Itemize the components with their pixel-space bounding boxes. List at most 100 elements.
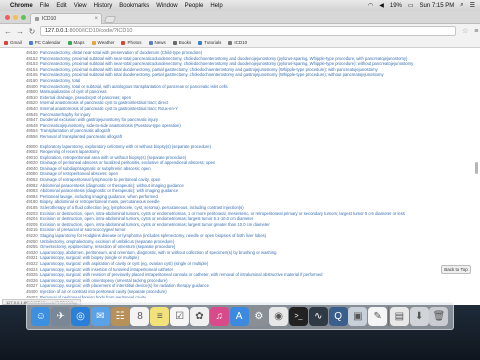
menu-item[interactable]: Window xyxy=(156,3,177,9)
dock-reminders-icon[interactable]: ☑ xyxy=(170,306,190,326)
procedure-description-link[interactable]: Laparoscopy, surgical; with aspiration o… xyxy=(40,261,208,266)
dock-mail-icon[interactable]: ✉ xyxy=(90,306,110,326)
bookmark-item[interactable]: News xyxy=(148,40,166,45)
dock-system-preferences-icon[interactable]: ⚙ xyxy=(249,306,269,326)
zoom-window-button[interactable] xyxy=(21,15,26,20)
procedure-description-link[interactable]: Pancreatectomy, total or subtotal, with … xyxy=(40,84,228,89)
menu-item[interactable]: People xyxy=(185,3,204,9)
procedure-description-link[interactable]: Laparoscopy, abdomen, peritoneum, and om… xyxy=(40,250,276,255)
spotlight-icon[interactable]: ⌕ xyxy=(460,2,463,9)
procedure-description-link[interactable]: Pancreatectomy, proximal subtotal with n… xyxy=(40,61,413,66)
page-scrollbar[interactable] xyxy=(474,52,478,292)
menu-item[interactable]: History xyxy=(94,3,113,9)
menu-app-name[interactable]: Chrome xyxy=(10,3,33,9)
bookmark-star-icon[interactable]: ☆ xyxy=(462,27,468,35)
procedure-description-link[interactable]: Peritoneal lavage, including imaging gui… xyxy=(40,194,158,199)
dock-notes-icon[interactable]: ≡ xyxy=(150,306,170,326)
dock-trash-icon[interactable]: 🗑 xyxy=(429,306,449,326)
procedure-description-link[interactable]: Excision or destruction, open, intra-abd… xyxy=(40,216,253,221)
forward-icon[interactable]: → xyxy=(16,27,24,36)
dock-textedit-icon[interactable]: ✎ xyxy=(368,306,388,326)
tab-icd10[interactable]: ICD10 × xyxy=(30,13,102,24)
procedure-description-link[interactable]: Pancreatectomy, distal near-total with p… xyxy=(40,50,202,55)
battery-icon[interactable]: ▭ xyxy=(408,2,414,9)
procedure-description-link[interactable]: Umbilectomy, omphalectomy, excision of u… xyxy=(40,239,174,244)
close-tab-icon[interactable]: × xyxy=(94,16,98,22)
procedure-description-link[interactable]: Biopsy, abdominal or retroperitoneal mas… xyxy=(40,199,160,204)
battery-percent[interactable]: 19% xyxy=(390,3,402,9)
procedure-description-link[interactable]: Internal anastomosis of pancreatic cyst … xyxy=(40,106,178,111)
chrome-menu-icon[interactable]: ≡ xyxy=(474,28,478,35)
bookmark-item[interactable]: Books xyxy=(172,40,191,45)
notification-center-icon[interactable]: ☰ xyxy=(470,2,475,9)
procedure-description-link[interactable]: Laparoscopy, surgical; with omentopexy (… xyxy=(40,278,167,283)
procedure-description-link[interactable]: Drainage of subdiaphragmatic or subphren… xyxy=(40,166,151,171)
back-icon[interactable]: ← xyxy=(4,27,12,36)
new-tab-button[interactable] xyxy=(103,16,117,23)
bookmark-item[interactable]: Weather xyxy=(91,40,114,45)
bookmark-item[interactable]: Maps xyxy=(67,40,85,45)
dock-downloads-icon[interactable]: ⬇ xyxy=(409,306,429,326)
procedure-description-link[interactable]: Exploratory laparotomy, exploratory celi… xyxy=(40,144,211,149)
procedure-description-link[interactable]: Excision or destruction, open, intra-abd… xyxy=(40,222,270,227)
dock-activity-monitor-icon[interactable]: ∿ xyxy=(308,306,328,326)
procedure-description-link[interactable]: Abdominal paracentesis (diagnostic or th… xyxy=(40,188,178,193)
dock-documents-icon[interactable]: ▤ xyxy=(389,306,409,326)
procedure-description-link[interactable]: Omentectomy, epiploectomy, resection of … xyxy=(40,244,175,249)
dock-photos-icon[interactable]: ✿ xyxy=(189,306,209,326)
volume-icon[interactable]: ◀ xyxy=(379,2,384,9)
procedure-description-link[interactable]: Pancreatectomy, total xyxy=(40,78,80,83)
procedure-description-link[interactable]: Exploration, retroperitoneal area with o… xyxy=(40,155,186,160)
minimize-window-button[interactable] xyxy=(13,15,18,20)
dock-quicktime-icon[interactable]: Q xyxy=(328,306,348,326)
procedure-description-link[interactable]: Laparoscopy, surgical; with revision of … xyxy=(40,272,322,277)
dock-preview-icon[interactable]: ▣ xyxy=(348,306,368,326)
procedure-description-link[interactable]: Staging laparotomy for Hodgkins disease … xyxy=(40,233,266,238)
procedure-description-link[interactable]: Laparoscopy, surgical; with placement of… xyxy=(40,283,209,288)
menu-item[interactable]: Help xyxy=(210,3,222,9)
procedure-description-link[interactable]: Drainage of retroperitoneal abscess; ope… xyxy=(40,171,118,176)
menu-item[interactable]: View xyxy=(74,3,87,9)
wifi-icon[interactable]: ◠ xyxy=(368,2,373,9)
dock-safari-icon[interactable]: ◎ xyxy=(71,306,91,326)
procedure-description-link[interactable]: Duodenal exclusion with gastrojejunostom… xyxy=(40,117,158,122)
bookmark-item[interactable]: Gmail xyxy=(4,40,22,45)
dock-chrome-icon[interactable]: ◉ xyxy=(269,306,289,326)
procedure-description-link[interactable]: Marsupialization of cyst of pancreas xyxy=(40,89,107,94)
dock-finder-icon[interactable]: ☺ xyxy=(31,306,51,326)
procedure-description-link[interactable]: Abdominal paracentesis (diagnostic or th… xyxy=(40,183,184,188)
bookmark-item[interactable]: ICD10 xyxy=(228,40,247,45)
procedure-description-link[interactable]: Injection of air or contrast into perito… xyxy=(40,289,167,294)
procedure-description-link[interactable]: External drainage, pseudocyst of pancrea… xyxy=(40,95,131,100)
dock-itunes-icon[interactable]: ♫ xyxy=(209,306,229,326)
dock-terminal-icon[interactable]: >_ xyxy=(288,306,308,326)
dock-app-store-icon[interactable]: A xyxy=(229,306,249,326)
procedure-description-link[interactable]: Pancreatectomy, proximal subtotal with t… xyxy=(40,67,378,72)
bookmark-item[interactable]: Photos xyxy=(121,40,142,45)
procedure-description-link[interactable]: Excision of presacral or sacrococcygeal … xyxy=(40,227,125,232)
procedure-description-link[interactable]: Drainage of peritoneal abscess or locali… xyxy=(40,160,215,165)
reload-icon[interactable]: ↻ xyxy=(28,27,36,36)
bookmark-item[interactable]: Tutorials xyxy=(198,40,221,45)
procedure-description-link[interactable]: Pancreatectomy, proximal subtotal with n… xyxy=(40,56,407,61)
menu-item[interactable]: File xyxy=(40,3,50,9)
dock-contacts-icon[interactable]: ☷ xyxy=(110,306,130,326)
dock-calendar-icon[interactable]: 8 xyxy=(130,306,150,326)
close-window-button[interactable] xyxy=(5,15,10,20)
bookmark-item[interactable]: PC Calendar xyxy=(28,40,61,45)
procedure-description-link[interactable]: Reopening of recent laparotomy xyxy=(40,149,100,154)
procedure-description-link[interactable]: Pancreaticojejunostomy, side-to-side ana… xyxy=(40,123,181,128)
scrollbar-thumb[interactable] xyxy=(475,162,478,174)
procedure-description-link[interactable]: Transplantation of pancreatic allograft xyxy=(40,128,110,133)
procedure-description-link[interactable]: Laparoscopy, surgical; with biopsy (sing… xyxy=(40,255,139,260)
procedure-description-link[interactable]: Laparoscopy, surgical; with insertion of… xyxy=(40,267,173,272)
procedure-description-link[interactable]: Drainage of extraperitoneal lymphocele t… xyxy=(40,177,160,182)
procedure-description-link[interactable]: Removal of transplanted pancreatic allog… xyxy=(40,134,122,139)
procedure-description-link[interactable]: Excision or destruction, open, intra-abd… xyxy=(40,211,405,216)
procedure-description-link[interactable]: Pancreatectomy, proximal subtotal with t… xyxy=(40,72,384,77)
procedure-description-link[interactable]: Internal anastomosis of pancreatic cyst … xyxy=(40,100,168,105)
menu-item[interactable]: Bookmarks xyxy=(119,3,149,9)
dock-launchpad-icon[interactable]: ✈ xyxy=(51,306,71,326)
address-bar[interactable]: 127.0.0.1 :8000/ICD10/code/?ICD10 xyxy=(40,26,456,36)
procedure-description-link[interactable]: Sclerotherapy of a fluid collection (eg,… xyxy=(40,205,244,210)
